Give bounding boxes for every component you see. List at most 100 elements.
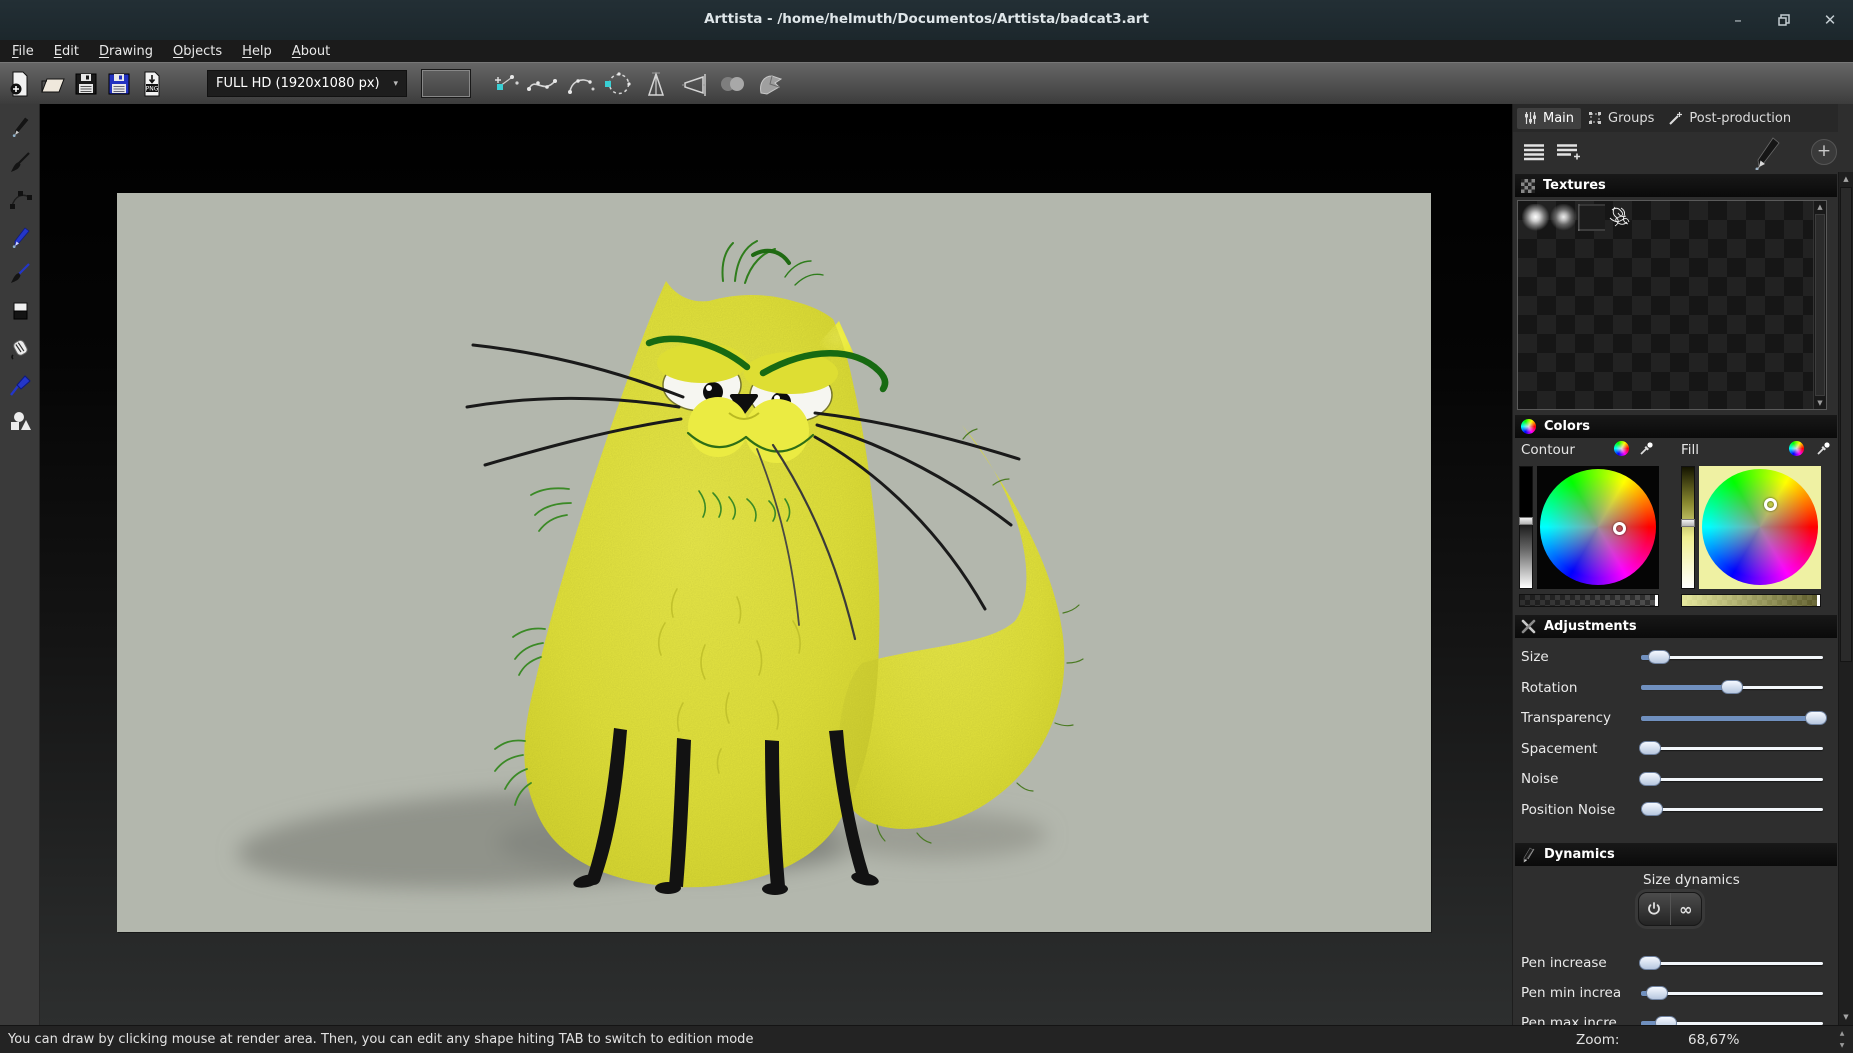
fill-eyedropper-icon[interactable] [1816, 441, 1831, 460]
background-color-swatch[interactable] [421, 69, 471, 98]
adjustments-section-header[interactable]: Adjustments [1515, 615, 1837, 638]
polyline-tool-button[interactable] [485, 68, 523, 100]
pen-increase-slider[interactable] [1641, 956, 1823, 971]
slider-row-position-noise: Position Noise [1513, 795, 1838, 826]
fill-alpha-marker[interactable] [1817, 595, 1820, 606]
tab-post-production[interactable]: Post-production [1661, 108, 1798, 129]
colors-title: Colors [1544, 419, 1590, 434]
fill-value-handle[interactable] [1681, 519, 1695, 527]
render-viewport[interactable] [40, 104, 1512, 1025]
ellipse-tool-button[interactable] [599, 68, 637, 100]
toolbar: PNG FULL HD (1920x1080 px) ▾ [0, 62, 1853, 104]
transparency-slider-handle[interactable] [1805, 711, 1827, 725]
export-png-button[interactable]: PNG [138, 69, 166, 99]
brush-list-button[interactable] [1521, 140, 1547, 164]
size-dynamics-infinite-button[interactable]: ∞ [1671, 893, 1702, 925]
spacement-slider-handle[interactable] [1639, 741, 1661, 755]
textures-section-header[interactable]: Textures [1515, 174, 1837, 197]
contour-alpha-marker[interactable] [1655, 595, 1658, 606]
eraser-tool[interactable] [5, 297, 35, 325]
texture-sparse-noise[interactable] [1578, 204, 1605, 231]
blend-circles-tool-button[interactable] [713, 68, 751, 100]
texture-grain-spot[interactable] [1550, 204, 1577, 231]
paint-roller-tool[interactable] [5, 334, 35, 362]
zoom-increase-icon[interactable]: ▲ [1836, 1029, 1848, 1038]
noise-slider[interactable] [1641, 772, 1823, 787]
save-as-button[interactable] [105, 69, 133, 99]
blue-pen-tool[interactable] [5, 223, 35, 251]
colors-section-header[interactable]: Colors [1515, 415, 1837, 438]
menu-about[interactable]: About [282, 42, 340, 61]
pen-max-increase-slider-handle[interactable] [1655, 1016, 1677, 1026]
panel-scrollbar[interactable]: ▲ ▼ [1838, 172, 1853, 1025]
pen-min-increase-slider-handle[interactable] [1646, 986, 1668, 1000]
open-file-button[interactable] [39, 69, 67, 99]
textures-scroll-down-icon[interactable]: ▼ [1814, 397, 1826, 409]
fill-alpha-bar[interactable] [1681, 594, 1821, 607]
contour-hue-wheel[interactable] [1540, 469, 1656, 585]
fill-value-bar[interactable] [1681, 466, 1695, 589]
arc-tool-button[interactable] [561, 68, 599, 100]
pen-increase-slider-handle[interactable] [1639, 956, 1661, 970]
size-slider-handle[interactable] [1648, 650, 1670, 664]
texture-scribble[interactable] [1606, 204, 1633, 231]
contour-color-wheel[interactable] [1537, 466, 1659, 589]
noise-slider-handle[interactable] [1639, 772, 1661, 786]
pen-max-increase-slider[interactable] [1641, 1016, 1823, 1026]
panel-scroll-thumb[interactable] [1840, 187, 1852, 662]
dynamics-section-header[interactable]: Dynamics [1515, 843, 1837, 866]
add-brush-button[interactable]: + [1811, 139, 1837, 165]
resolution-dropdown[interactable]: FULL HD (1920x1080 px) ▾ [207, 70, 407, 97]
size-dynamics-off-button[interactable] [1639, 893, 1671, 925]
pen-min-increase-slider[interactable] [1641, 986, 1823, 1001]
fill-color-wheel[interactable] [1699, 466, 1821, 589]
rotation-slider[interactable] [1641, 680, 1823, 695]
new-document-button[interactable] [6, 69, 34, 99]
restore-button[interactable] [1775, 11, 1793, 29]
textures-scroll-up-icon[interactable]: ▲ [1814, 201, 1826, 213]
mirror-vertical-tool-button[interactable] [637, 68, 675, 100]
contour-value-handle[interactable] [1519, 517, 1533, 525]
close-button[interactable]: ✕ [1821, 11, 1839, 29]
spacement-slider[interactable] [1641, 741, 1823, 756]
black-pen-tool[interactable] [5, 112, 35, 140]
contour-alpha-bar[interactable] [1519, 594, 1659, 607]
textures-scroll-thumb[interactable] [1815, 214, 1825, 396]
shape-tools[interactable] [5, 408, 35, 436]
menu-drawing[interactable]: Drawing [89, 42, 163, 61]
fill-color-marker[interactable] [1764, 498, 1777, 511]
tab-groups[interactable]: Groups [1581, 108, 1661, 129]
menu-help[interactable]: Help [232, 42, 282, 61]
contour-value-bar[interactable] [1519, 466, 1533, 589]
blue-brush-tool[interactable] [5, 260, 35, 288]
tab-main[interactable]: Main [1517, 108, 1581, 129]
drawing-canvas[interactable] [117, 193, 1431, 932]
size-slider[interactable] [1641, 650, 1823, 665]
contour-eyedropper-icon[interactable] [1639, 441, 1654, 460]
fill-hue-wheel[interactable] [1702, 469, 1818, 585]
position-noise-slider[interactable] [1641, 802, 1823, 817]
mirror-horizontal-tool-button[interactable] [675, 68, 713, 100]
fill-shape-tool-button[interactable] [751, 68, 789, 100]
menu-edit[interactable]: Edit [44, 42, 89, 61]
contour-wheel-mode-icon[interactable] [1614, 441, 1629, 456]
textures-list[interactable]: ▲ ▼ [1517, 200, 1827, 410]
minimize-button[interactable]: – [1729, 11, 1747, 29]
texture-soft-spot[interactable] [1522, 204, 1549, 231]
curve-tool-button[interactable] [523, 68, 561, 100]
transparency-slider[interactable] [1641, 711, 1823, 726]
position-noise-slider-handle[interactable] [1641, 802, 1663, 816]
textures-scrollbar[interactable]: ▲ ▼ [1813, 201, 1826, 409]
rotation-slider-handle[interactable] [1721, 680, 1743, 694]
menu-file[interactable]: File [2, 42, 44, 61]
zoom-decrease-icon[interactable]: ▼ [1836, 1041, 1848, 1050]
save-button[interactable] [72, 69, 100, 99]
brush-list-add-button[interactable] [1555, 140, 1581, 164]
black-brush-tool[interactable] [5, 149, 35, 177]
path-nodes-tool[interactable] [5, 186, 35, 214]
menu-objects[interactable]: Objects [163, 42, 232, 61]
panel-scroll-down-icon[interactable]: ▼ [1839, 1011, 1853, 1024]
fill-wheel-mode-icon[interactable] [1789, 441, 1804, 456]
palette-knife-tool[interactable] [5, 371, 35, 399]
panel-scroll-up-icon[interactable]: ▲ [1839, 173, 1853, 186]
